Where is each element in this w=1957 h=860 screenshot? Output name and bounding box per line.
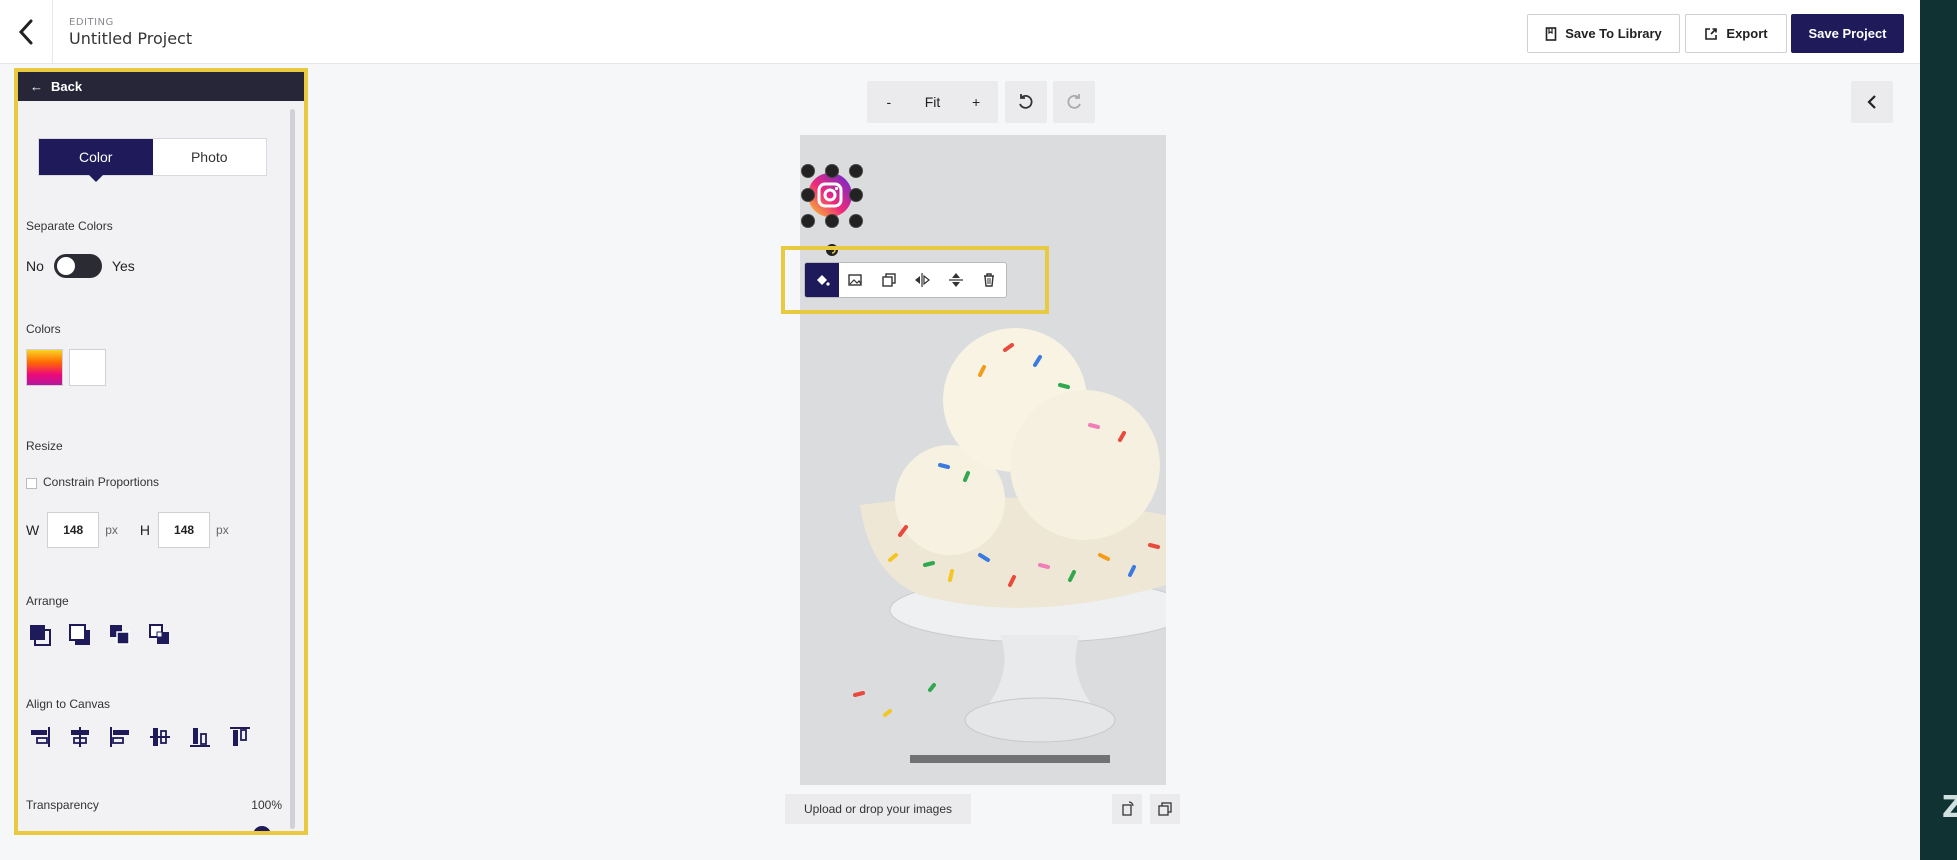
resize-handle[interactable] (849, 214, 863, 228)
top-bar: EDITING Untitled Project Save To Library… (0, 0, 1920, 64)
align-left-icon[interactable] (106, 723, 134, 751)
width-label: W (26, 522, 40, 538)
height-unit: px (216, 523, 229, 537)
align-center-horizontal-icon[interactable] (66, 723, 94, 751)
save-to-library-button[interactable]: Save To Library (1527, 14, 1680, 53)
zoom-out-button[interactable]: - (874, 94, 904, 110)
upload-images-button[interactable]: Upload or drop your images (785, 794, 971, 824)
zoom-controls: - Fit + (867, 81, 998, 123)
flip-vertical-icon[interactable] (939, 263, 973, 297)
align-to-canvas-label: Align to Canvas (26, 697, 111, 711)
constrain-proportions-label: Constrain Proportions (43, 475, 160, 489)
resize-handle[interactable] (849, 164, 863, 178)
replace-image-icon[interactable] (839, 263, 873, 297)
export-icon (1705, 27, 1718, 40)
toggle-knob (56, 257, 75, 275)
export-button[interactable]: Export (1685, 14, 1787, 53)
zoom-fit-button[interactable]: Fit (917, 94, 947, 110)
align-center-vertical-icon[interactable] (146, 723, 174, 751)
tab-color[interactable]: Color (39, 139, 153, 182)
separate-colors-toggle-row: No Yes (26, 254, 135, 278)
color-photo-tabs: Color Photo (38, 138, 267, 182)
project-title[interactable]: Untitled Project (69, 29, 192, 48)
width-input[interactable]: 148 (47, 512, 100, 548)
panel-scrollbar[interactable] (290, 109, 295, 829)
rotate-canvas-icon[interactable] (1112, 794, 1142, 824)
colors-label: Colors (26, 322, 61, 336)
save-project-button[interactable]: Save Project (1791, 14, 1904, 53)
white-color-swatch[interactable] (69, 349, 106, 386)
transparency-value: 100% (251, 798, 282, 812)
separate-colors-label: Separate Colors (26, 219, 113, 233)
resize-handle[interactable] (849, 188, 863, 202)
back-arrow-icon[interactable] (8, 14, 44, 50)
toggle-yes-label: Yes (111, 258, 135, 274)
bring-forward-icon[interactable] (106, 621, 134, 649)
bookmark-icon (1545, 26, 1557, 41)
properties-panel: ← Back Color Photo Separate Colors No Ye… (14, 68, 308, 835)
toggle-no-label: No (26, 258, 44, 274)
save-to-library-label: Save To Library (1565, 26, 1662, 41)
arrange-icons (26, 621, 174, 649)
design-canvas[interactable] (800, 135, 1166, 785)
resize-handle[interactable] (801, 164, 815, 178)
send-to-back-icon[interactable] (66, 621, 94, 649)
trash-icon[interactable] (973, 263, 1007, 297)
gradient-color-swatch[interactable] (26, 349, 63, 386)
arrange-label: Arrange (26, 594, 69, 608)
bring-to-front-icon[interactable] (26, 621, 54, 649)
transparency-slider-handle[interactable] (253, 826, 271, 831)
align-icons (26, 723, 254, 751)
width-unit: px (105, 523, 118, 537)
export-label: Export (1726, 26, 1768, 41)
zoom-in-button[interactable]: + (961, 94, 991, 110)
right-side-strip: Z (1920, 0, 1957, 860)
height-input[interactable]: 148 (158, 512, 211, 548)
height-label: H (139, 522, 151, 538)
separate-colors-toggle[interactable] (53, 254, 102, 278)
resize-label: Resize (26, 439, 63, 453)
redo-icon[interactable] (1053, 81, 1095, 123)
resize-handle[interactable] (825, 214, 839, 228)
header-divider (52, 0, 53, 64)
send-backward-icon[interactable] (146, 621, 174, 649)
resize-handle[interactable] (801, 214, 815, 228)
object-toolbar (804, 262, 1007, 298)
collapse-panel-chevron-icon[interactable] (1851, 81, 1893, 123)
panel-back-label: Back (51, 79, 83, 94)
constrain-proportions-checkbox[interactable] (26, 478, 37, 489)
editing-label: EDITING (69, 17, 114, 28)
arrow-left-icon: ← (30, 79, 43, 94)
panel-back-button[interactable]: ← Back (18, 72, 304, 101)
tab-photo[interactable]: Photo (153, 139, 267, 175)
ice-cream-photo (800, 135, 1166, 785)
resize-handle[interactable] (801, 188, 815, 202)
dimension-row: W 148 px H 148 px (26, 512, 229, 548)
undo-icon[interactable] (1005, 81, 1047, 123)
transparency-label: Transparency (26, 798, 99, 812)
transparency-slider[interactable] (26, 833, 256, 835)
fill-color-icon[interactable] (805, 263, 839, 297)
selection-handles (801, 164, 863, 228)
align-right-icon[interactable] (26, 723, 54, 751)
brand-mark-icon: Z (1942, 790, 1957, 825)
align-bottom-icon[interactable] (186, 723, 214, 751)
resize-handle[interactable] (825, 164, 839, 178)
flip-horizontal-icon[interactable] (906, 263, 940, 297)
duplicate-icon[interactable] (872, 263, 906, 297)
align-top-icon[interactable] (226, 723, 254, 751)
copy-canvas-icon[interactable] (1150, 794, 1180, 824)
